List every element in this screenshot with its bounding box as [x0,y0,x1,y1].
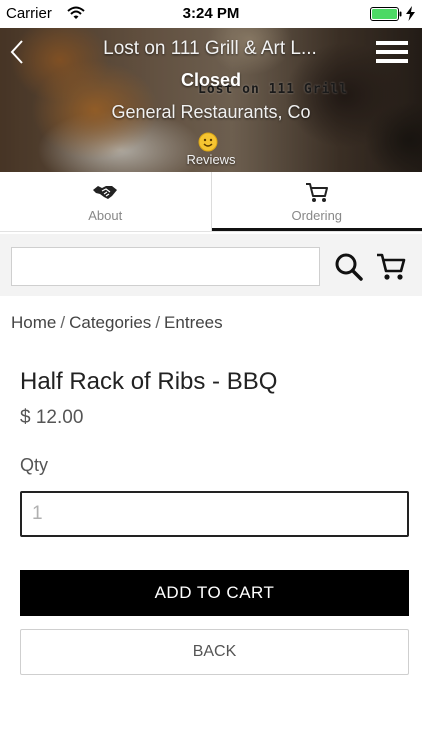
tab-about[interactable]: About [0,172,212,231]
store-category: General Restaurants, Co [111,102,311,122]
tab-ordering[interactable]: Ordering [211,172,422,231]
tab-about-label: About [88,208,123,223]
search-input[interactable] [11,247,320,286]
smiley-icon[interactable] [198,132,218,152]
store-name: Lost on 111 Grill & Art L... [103,38,317,59]
battery-icon [370,7,402,21]
breadcrumb-separator: / [155,313,161,332]
cart-icon[interactable] [375,252,407,282]
breadcrumb-separator: / [60,313,66,332]
breadcrumb-home[interactable]: Home [11,313,56,332]
cart-icon [304,182,330,204]
clock: 3:24 PM [182,5,240,22]
status-bar: Carrier 3:24 PM [0,0,422,28]
store-tabs: About Ordering [0,172,422,232]
breadcrumb-categories[interactable]: Categories [69,313,151,332]
add-to-cart-button[interactable]: ADD TO CART [20,570,409,616]
quantity-field[interactable] [20,491,409,537]
breadcrumb-entrees[interactable]: Entrees [164,313,223,332]
reviews-link[interactable]: Reviews [0,152,422,167]
back-button[interactable]: BACK [20,629,409,675]
qty-label: Qty [20,455,49,475]
store-open-status: Closed [180,70,241,90]
hamburger-menu-icon[interactable] [376,40,408,64]
charging-bolt-icon [406,6,415,21]
search-bar [0,234,422,296]
handshake-icon [92,182,118,204]
tab-ordering-label: Ordering [291,208,343,223]
breadcrumb: Home / Categories / Entrees [11,313,223,333]
search-icon[interactable] [334,252,364,282]
chevron-left-icon[interactable] [8,38,26,66]
product-price: $ 12.00 [20,407,84,428]
product-title: Half Rack of Ribs - BBQ [20,368,278,395]
